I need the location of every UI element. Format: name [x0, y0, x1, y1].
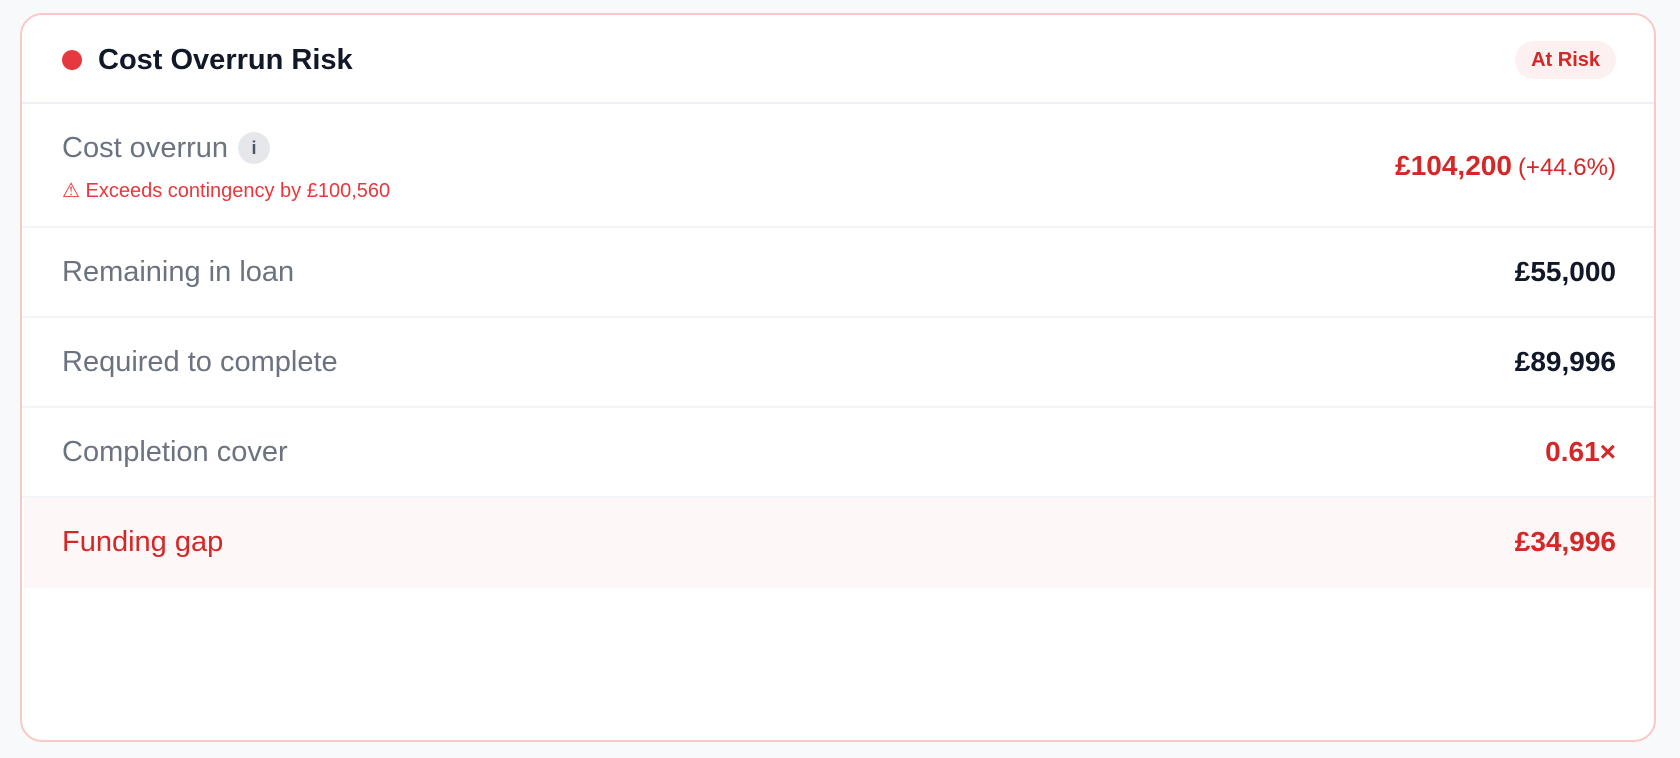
row-label-completion-cover: Completion cover — [62, 436, 288, 468]
row-cost-overrun: Cost overrun i ⚠ Exceeds contingency by £… — [22, 104, 1654, 228]
cost-overrun-label-text: Cost overrun — [62, 132, 229, 164]
row-label-required-to-complete: Required to complete — [62, 346, 338, 378]
row-remaining-in-loan: Remaining in loan £55,000 — [22, 228, 1654, 318]
row-funding-gap: Funding gap £34,996 — [24, 498, 1652, 588]
contingency-warning: ⚠ Exceeds contingency by £100,560 — [62, 178, 390, 204]
status-dot-icon — [62, 50, 82, 70]
row-label-cost-overrun: Cost overrun i — [62, 130, 271, 166]
remaining-in-loan-value: £55,000 — [1514, 256, 1616, 287]
required-to-complete-value: £89,996 — [1514, 346, 1616, 377]
row-label-funding-gap: Funding gap — [62, 526, 224, 558]
cost-overrun-amount: £104,200 — [1395, 150, 1512, 181]
cost-overrun-value: £104,200 (+44.6%) — [1395, 148, 1616, 186]
cost-overrun-percent: (+44.6%) — [1517, 154, 1616, 181]
contingency-warning-text: Exceeds contingency by £100,560 — [85, 180, 391, 202]
completion-cover-value: 0.61× — [1545, 436, 1616, 467]
card-title: Cost Overrun Risk — [98, 44, 353, 76]
row-completion-cover: Completion cover 0.61× — [22, 408, 1654, 498]
row-label-remaining-in-loan: Remaining in loan — [62, 256, 295, 288]
warning-icon: ⚠ — [62, 180, 80, 202]
funding-gap-value: £34,996 — [1514, 526, 1616, 557]
info-icon[interactable]: i — [238, 132, 271, 164]
card-header: Cost Overrun Risk At Risk — [22, 15, 1654, 104]
status-badge: At Risk — [1515, 41, 1616, 79]
row-required-to-complete: Required to complete £89,996 — [22, 318, 1654, 408]
cost-overrun-risk-card: Cost Overrun Risk At Risk Cost overrun i … — [20, 13, 1656, 742]
